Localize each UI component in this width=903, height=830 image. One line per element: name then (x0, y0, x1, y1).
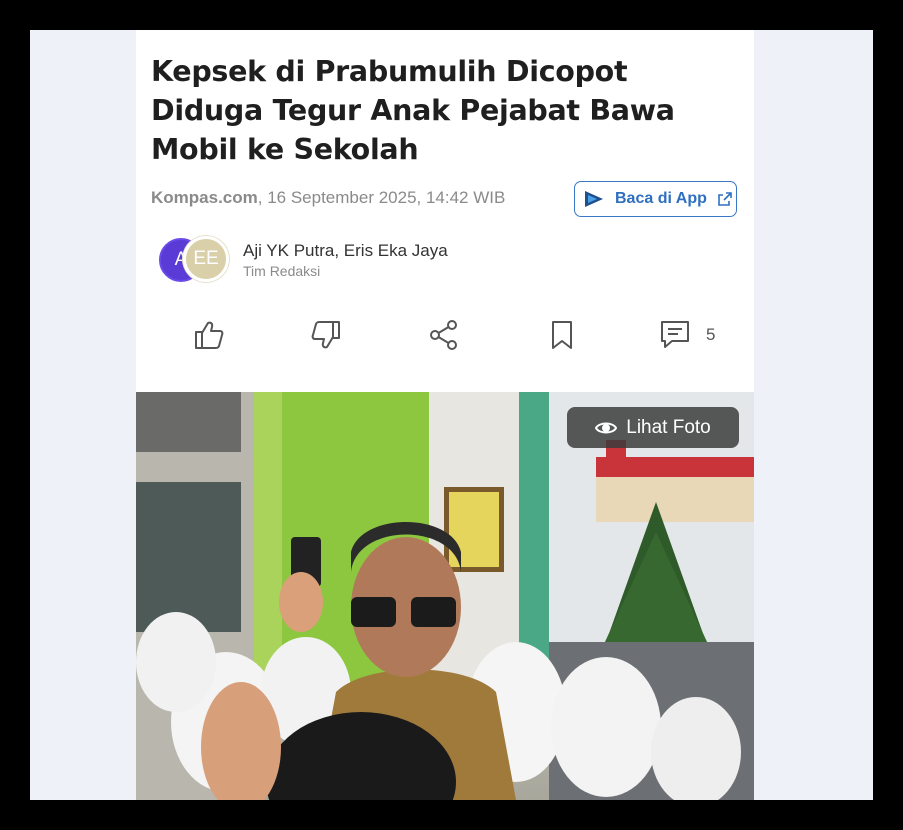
bookmark-button[interactable] (545, 315, 579, 355)
article-action-bar: 5 (136, 315, 754, 365)
comment-button[interactable]: 5 (658, 315, 715, 355)
article-date: , 16 September 2025, 14:42 WIB (257, 188, 506, 207)
comment-icon (661, 321, 689, 348)
author-avatars: A EE (159, 236, 239, 284)
article-header-card: Kepsek di Prabumulih Dicopot Diduga Tegu… (136, 30, 754, 392)
article-photo-image (136, 392, 754, 800)
eye-icon (595, 422, 618, 433)
share-button[interactable] (427, 315, 461, 355)
read-in-app-label: Baca di App (615, 190, 707, 207)
bookmark-icon (552, 321, 572, 349)
article-photo[interactable]: Lihat Foto (136, 392, 754, 800)
page-viewport: Kepsek di Prabumulih Dicopot Diduga Tegu… (30, 30, 873, 800)
article-headline: Kepsek di Prabumulih Dicopot Diduga Tegu… (151, 55, 675, 166)
thumbs-up-icon (195, 321, 224, 349)
kompas-app-logo-icon (583, 188, 605, 210)
external-link-icon (717, 191, 733, 207)
dislike-button[interactable] (309, 315, 343, 355)
avatar[interactable]: EE (183, 236, 229, 282)
article-source[interactable]: Kompas.com (151, 188, 258, 207)
thumbs-down-icon (311, 321, 340, 349)
author-names[interactable]: Aji YK Putra, Eris Eka Jaya (243, 241, 448, 261)
author-team: Tim Redaksi (243, 263, 321, 279)
read-in-app-button[interactable]: Baca di App (574, 181, 737, 217)
view-photo-label: Lihat Foto (626, 416, 711, 438)
share-icon (430, 320, 457, 350)
comment-count: 5 (706, 325, 716, 344)
like-button[interactable] (192, 315, 226, 355)
article-meta: Kompas.com, 16 September 2025, 14:42 WIB (151, 188, 505, 208)
view-photo-button[interactable]: Lihat Foto (567, 407, 739, 448)
